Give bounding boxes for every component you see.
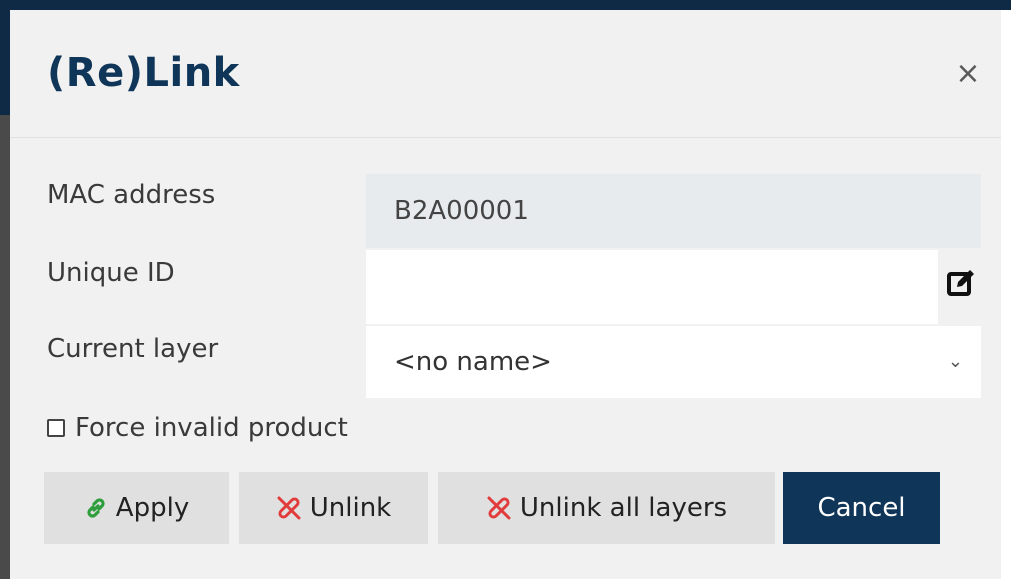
chevron-down-icon: ⌄	[947, 351, 963, 372]
current-layer-label: Current layer	[47, 334, 219, 364]
link-icon	[84, 496, 108, 520]
unique-id-input[interactable]	[366, 250, 938, 324]
app-top-bar	[0, 0, 1011, 10]
apply-button[interactable]: Apply	[44, 472, 229, 544]
dialog-title: (Re)Link	[47, 50, 240, 96]
unlink-button[interactable]: Unlink	[239, 472, 428, 544]
relink-dialog: (Re)Link × MAC address B2A00001 Unique I…	[10, 10, 1001, 579]
app-left-edge-cap	[0, 10, 10, 115]
unlink-icon	[276, 495, 302, 521]
cancel-button[interactable]: Cancel	[783, 472, 940, 544]
app-left-edge	[0, 10, 10, 579]
edit-icon[interactable]	[946, 268, 976, 298]
apply-label: Apply	[115, 493, 190, 523]
force-invalid-product-checkbox[interactable]	[47, 419, 65, 437]
unlink-label: Unlink	[309, 493, 392, 523]
unlink-icon	[486, 495, 512, 521]
mac-address-value: B2A00001	[366, 174, 981, 248]
unlink-all-layers-label: Unlink all layers	[519, 493, 728, 523]
force-invalid-product-label: Force invalid product	[75, 413, 348, 443]
cancel-label: Cancel	[817, 493, 906, 523]
current-layer-select[interactable]: <no name> ⌄	[366, 326, 981, 398]
current-layer-value: <no name>	[394, 347, 552, 377]
force-invalid-product-row[interactable]: Force invalid product	[47, 408, 348, 448]
close-icon[interactable]: ×	[948, 54, 988, 94]
unlink-all-layers-button[interactable]: Unlink all layers	[438, 472, 775, 544]
unique-id-label: Unique ID	[47, 258, 175, 288]
dialog-header: (Re)Link ×	[10, 10, 1001, 138]
mac-address-label: MAC address	[47, 180, 216, 210]
